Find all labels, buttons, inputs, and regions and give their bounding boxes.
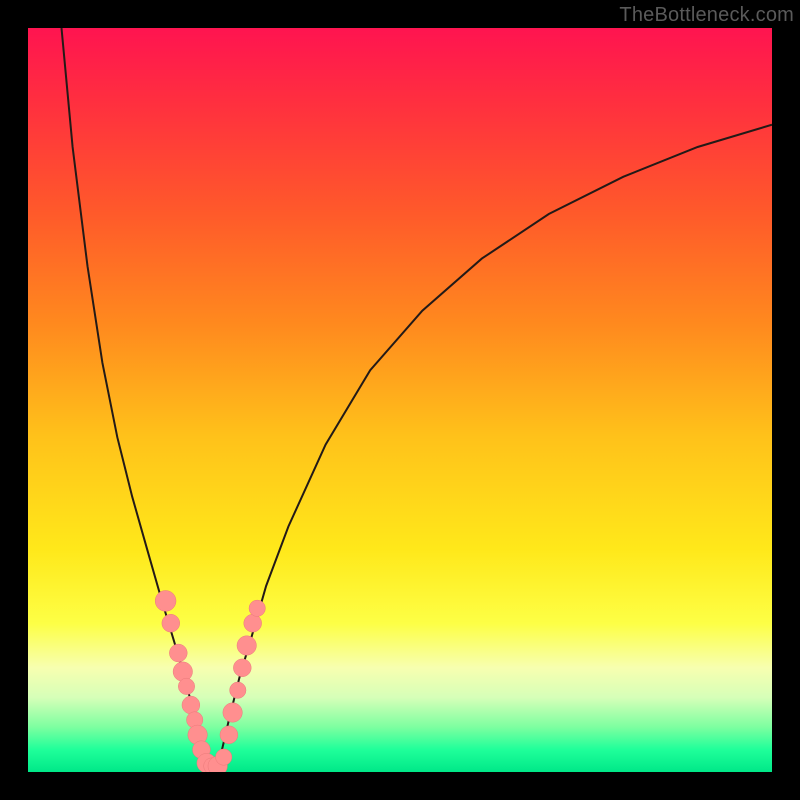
chart-overlay <box>28 28 772 772</box>
data-marker <box>162 614 180 632</box>
curve-right-branch <box>218 125 772 769</box>
data-marker <box>230 682 246 698</box>
data-marker <box>233 659 251 677</box>
data-marker <box>220 726 238 744</box>
data-marker <box>169 644 187 662</box>
data-marker <box>182 696 200 714</box>
watermark-text: TheBottleneck.com <box>619 4 794 27</box>
chart-frame: TheBottleneck.com <box>0 0 800 800</box>
data-marker <box>237 636 256 655</box>
data-marker <box>178 678 194 694</box>
plot-area <box>28 28 772 772</box>
data-marker <box>244 614 262 632</box>
data-marker <box>249 600 265 616</box>
data-marker <box>173 662 192 681</box>
data-markers-group <box>155 591 265 773</box>
data-marker <box>155 591 176 612</box>
data-marker <box>216 749 232 765</box>
data-marker <box>223 703 242 722</box>
